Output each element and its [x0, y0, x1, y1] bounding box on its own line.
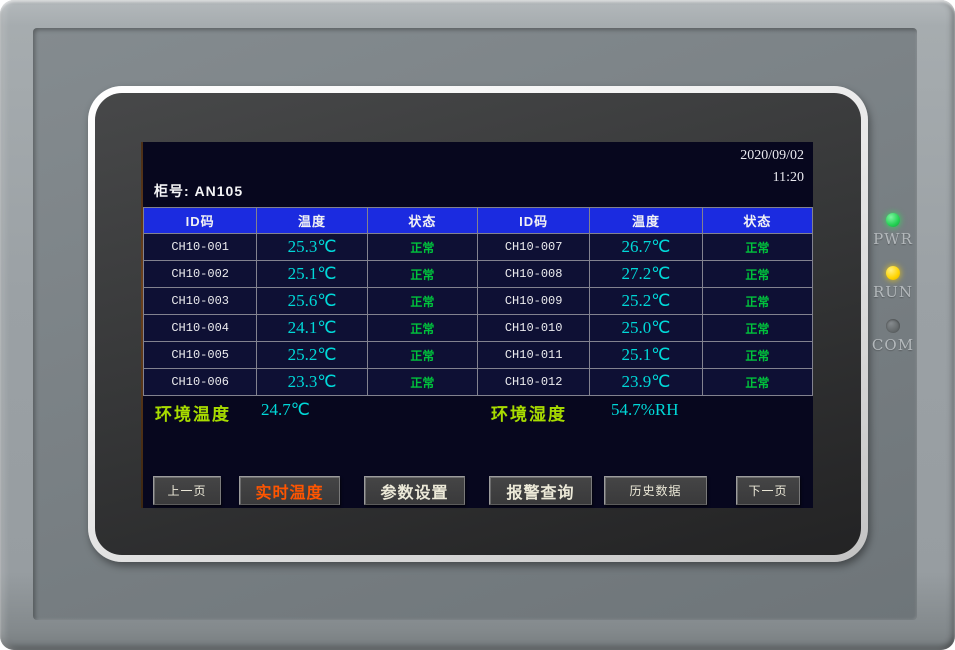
- pwr-led-icon: [886, 213, 900, 227]
- channel-id-cell: CH10-010: [477, 315, 589, 342]
- com-led-icon: [886, 319, 900, 333]
- temperature-cell: 25.0℃: [590, 315, 702, 342]
- channel-id-cell: CH10-005: [144, 342, 257, 369]
- temperature-cell: 23.3℃: [257, 369, 367, 396]
- com-led-label: COM: [869, 336, 917, 354]
- channel-id-cell: CH10-003: [144, 288, 257, 315]
- channel-id-cell: CH10-012: [477, 369, 589, 396]
- channel-id-cell: CH10-007: [477, 234, 589, 261]
- screen-dark-bezel: 2020/09/02 11:20 柜号: AN105 ID码 温度 状态 ID码…: [95, 93, 861, 555]
- channel-id-cell: CH10-004: [144, 315, 257, 342]
- run-led-label: RUN: [869, 283, 917, 301]
- status-cell: 正常: [367, 315, 477, 342]
- hmi-device-frame: 2020/09/02 11:20 柜号: AN105 ID码 温度 状态 ID码…: [0, 0, 955, 650]
- temperature-cell: 27.2℃: [590, 261, 702, 288]
- channel-id-cell: CH10-001: [144, 234, 257, 261]
- history-data-button[interactable]: 历史数据: [604, 476, 707, 505]
- status-cell: 正常: [367, 234, 477, 261]
- ambient-temp-label: 环境温度: [155, 400, 231, 425]
- temperature-cell: 23.9℃: [590, 369, 702, 396]
- run-indicator: RUN: [869, 266, 917, 301]
- table-row: CH10-004 24.1℃ 正常 CH10-010 25.0℃ 正常: [144, 315, 813, 342]
- channel-id-cell: CH10-011: [477, 342, 589, 369]
- date-text: 2020/09/02: [740, 145, 804, 167]
- temperature-table: ID码 温度 状态 ID码 温度 状态 CH10-001 25.3℃ 正常 CH…: [143, 207, 813, 396]
- ambient-temp-value: 24.7℃: [261, 400, 310, 420]
- header-temp: 温度: [257, 208, 367, 234]
- ambient-humidity-value: 54.7%RH: [611, 400, 679, 420]
- run-led-icon: [886, 266, 900, 280]
- table-row: CH10-005 25.2℃ 正常 CH10-011 25.1℃ 正常: [144, 342, 813, 369]
- status-cell: 正常: [367, 342, 477, 369]
- lcd-touchscreen: 2020/09/02 11:20 柜号: AN105 ID码 温度 状态 ID码…: [143, 142, 813, 508]
- temperature-cell: 25.1℃: [257, 261, 367, 288]
- pwr-indicator: PWR: [869, 213, 917, 248]
- screen-silver-frame: 2020/09/02 11:20 柜号: AN105 ID码 温度 状态 ID码…: [88, 86, 868, 562]
- channel-id-cell: CH10-006: [144, 369, 257, 396]
- header-id: ID码: [477, 208, 589, 234]
- temperature-cell: 25.1℃: [590, 342, 702, 369]
- table-row: CH10-006 23.3℃ 正常 CH10-012 23.9℃ 正常: [144, 369, 813, 396]
- cabinet-label: 柜号: AN105: [154, 181, 243, 201]
- status-cell: 正常: [702, 342, 812, 369]
- status-cell: 正常: [367, 369, 477, 396]
- header-status: 状态: [702, 208, 812, 234]
- header-status: 状态: [367, 208, 477, 234]
- datetime-display: 2020/09/02 11:20: [740, 145, 804, 189]
- alarm-query-button[interactable]: 报警查询: [489, 476, 592, 505]
- header-id: ID码: [144, 208, 257, 234]
- temperature-cell: 25.3℃: [257, 234, 367, 261]
- environment-readouts: 环境温度 24.7℃ 环境湿度 54.7%RH: [143, 400, 813, 426]
- status-cell: 正常: [367, 261, 477, 288]
- time-text: 11:20: [740, 167, 804, 189]
- table-header-row: ID码 温度 状态 ID码 温度 状态: [144, 208, 813, 234]
- status-cell: 正常: [702, 288, 812, 315]
- header-temp: 温度: [590, 208, 702, 234]
- temperature-cell: 25.6℃: [257, 288, 367, 315]
- prev-page-button[interactable]: 上一页: [153, 476, 221, 505]
- table-row: CH10-001 25.3℃ 正常 CH10-007 26.7℃ 正常: [144, 234, 813, 261]
- table-row: CH10-002 25.1℃ 正常 CH10-008 27.2℃ 正常: [144, 261, 813, 288]
- next-page-button[interactable]: 下一页: [736, 476, 800, 505]
- param-settings-button[interactable]: 参数设置: [364, 476, 465, 505]
- channel-id-cell: CH10-008: [477, 261, 589, 288]
- temperature-cell: 24.1℃: [257, 315, 367, 342]
- status-cell: 正常: [702, 315, 812, 342]
- ambient-humidity-label: 环境湿度: [491, 400, 567, 425]
- pwr-led-label: PWR: [869, 230, 917, 248]
- channel-id-cell: CH10-009: [477, 288, 589, 315]
- status-cell: 正常: [702, 234, 812, 261]
- status-cell: 正常: [702, 261, 812, 288]
- status-cell: 正常: [702, 369, 812, 396]
- temperature-cell: 25.2℃: [590, 288, 702, 315]
- channel-id-cell: CH10-002: [144, 261, 257, 288]
- temperature-cell: 26.7℃: [590, 234, 702, 261]
- status-cell: 正常: [367, 288, 477, 315]
- com-indicator: COM: [869, 319, 917, 354]
- realtime-temp-button[interactable]: 实时温度: [239, 476, 340, 505]
- temperature-cell: 25.2℃: [257, 342, 367, 369]
- table-row: CH10-003 25.6℃ 正常 CH10-009 25.2℃ 正常: [144, 288, 813, 315]
